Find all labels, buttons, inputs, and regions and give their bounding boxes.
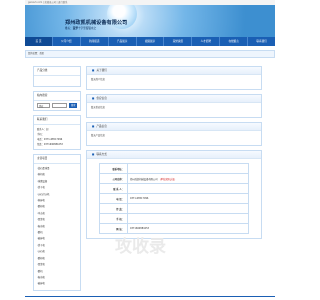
row-label: 联 系 人： [99, 183, 128, 194]
row-value-text: 郑州政凯机械设备有限公司 [130, 177, 158, 181]
contact-panel-title-text: 联系方式 [96, 153, 107, 156]
sidebar: 产品分类 站内搜索 供应 搜索 联系我们 联系人：赵 手机： 电话：0371-6… [33, 66, 81, 295]
row-label: 手 机： [99, 213, 128, 224]
products-list: 蓝石墨球墨粉机机球磨设备烘干机沙石打沙机粉碎机磨粉机冲击机雷蒙机振动机磨机破碎机… [34, 164, 80, 290]
nav-message[interactable]: 在线留言 [220, 37, 249, 46]
contact-box: 联系我们 联系人：赵 手机： 电话：0371-68517996 传真：03716… [33, 115, 81, 150]
nav-about[interactable]: 公司介绍 [53, 37, 81, 46]
product-category-box: 产品分类 [33, 66, 81, 87]
about-body: 暂无简介信息 [87, 75, 261, 89]
about-panel: ■ 关于我们 暂无简介信息 [86, 66, 262, 90]
search-input[interactable] [52, 103, 68, 108]
contact-panel-body: 联系地址： 公司名称： 郑州政凯机械设备有限公司 （单位实际认证） 联 系 人： … [87, 159, 261, 238]
contact-panel-title: ■ 联系方式 [87, 151, 261, 159]
bullet-icon: ■ [92, 125, 95, 128]
contact-body: 联系人：赵 手机： 电话：0371-68517996 传真：0371690884… [34, 125, 80, 149]
products-title: 主营项目 [34, 155, 80, 164]
search-body: 供应 搜索 [34, 101, 80, 110]
products-panel-text: 暂无产品信息 [91, 134, 105, 137]
about-title: ■ 关于我们 [87, 67, 261, 75]
contact-panel: ■ 联系方式 联系地址： 公司名称： 郑州政凯机械设备有限公司 （单位实际认证） 联… [86, 150, 262, 239]
slogan: 推标：菠萝十字型摆辊水之 [65, 26, 96, 30]
search-type-select[interactable]: 供应 [37, 103, 51, 108]
verified-note: （单位实际认证） [158, 177, 177, 181]
supply-body: 暂无供应信息 [87, 103, 261, 117]
contact-title: 联系我们 [34, 116, 80, 125]
products-panel: ■ 产品信息 暂无产品信息 [86, 122, 262, 146]
table-row: 电 话： 0371-68517996 [99, 193, 249, 204]
about-text: 暂无简介信息 [91, 78, 105, 81]
search-row: 供应 搜索 [37, 103, 77, 108]
nav-contact[interactable]: 联系我们 [248, 37, 275, 46]
row-value-text: 0371690884253 [130, 227, 149, 230]
supply-panel: ■ 供应信息 暂无供应信息 [86, 94, 262, 118]
products-box: 主营项目 蓝石墨球墨粉机机球磨设备烘干机沙石打沙机粉碎机磨粉机冲击机雷蒙机振动机… [33, 154, 81, 291]
supply-title-text: 供应信息 [96, 97, 107, 100]
table-row: 传 真： [99, 203, 249, 214]
company-name: 郑州政凯机械设备有限公司 [65, 20, 128, 26]
nav-news[interactable]: 新闻报道 [81, 37, 109, 46]
row-value [127, 163, 249, 174]
contact-table: 联系地址： 公司名称： 郑州政凯机械设备有限公司 （单位实际认证） 联 系 人： … [99, 163, 249, 234]
main-content: ■ 关于我们 暂无简介信息 ■ 供应信息 暂无供应信息 ■ 产品信息 暂无产品信息 ■… [86, 66, 262, 243]
contact-line: 传真：0371690884253 [37, 143, 63, 146]
product-category-body [34, 76, 80, 86]
supply-text: 暂无供应信息 [91, 106, 105, 109]
search-title: 站内搜索 [34, 92, 80, 101]
nav-videos[interactable]: 视频展示 [137, 37, 165, 46]
nav-home[interactable]: 首 页 [25, 37, 53, 46]
table-row: 手 机： [99, 213, 249, 224]
breadcrumb-text[interactable]: 您的位置：首页 [28, 52, 44, 55]
row-value: 郑州政凯机械设备有限公司 （单位实际认证） [127, 173, 249, 184]
row-label: 公司名称： [99, 173, 128, 184]
bullet-icon: ■ [92, 69, 95, 72]
about-title-text: 关于我们 [96, 69, 107, 72]
top-bar-text[interactable]: ganxuh.com | 欢迎来公司 | 进行联系 [28, 1, 67, 4]
row-value: 0371-68517996 [127, 193, 249, 204]
watermark: 攻收录 [115, 237, 166, 257]
breadcrumb: 您的位置：首页 [25, 50, 275, 58]
main-nav: 首 页 公司介绍 新闻报道 产品展示 视频展示 荣誉资质 人才招聘 在线留言 联… [25, 37, 275, 46]
slogan-prefix: 推标： [65, 27, 73, 30]
bullet-icon: ■ [92, 97, 95, 100]
footer-divider [25, 296, 275, 297]
row-value [127, 183, 249, 194]
row-value [127, 203, 249, 214]
nav-jobs[interactable]: 人才招聘 [192, 37, 221, 46]
product-category-title: 产品分类 [34, 67, 80, 76]
supply-title: ■ 供应信息 [87, 95, 261, 103]
row-label: 电 话： [99, 193, 128, 204]
nav-products[interactable]: 产品展示 [109, 37, 137, 46]
table-row: 联系地址： [99, 163, 249, 174]
row-value-text: 0371-68517996 [130, 197, 149, 200]
table-row: 联 系 人： [99, 183, 249, 194]
products-panel-body: 暂无产品信息 [87, 131, 261, 145]
products-panel-title-text: 产品信息 [96, 125, 107, 128]
header-banner: 郑州政凯机械设备有限公司 推标：菠萝十字型摆辊水之 [25, 5, 275, 37]
bullet-icon: ■ [92, 153, 95, 156]
row-label: 传 真： [99, 203, 128, 214]
row-label: 联系地址： [99, 163, 128, 174]
search-box: 站内搜索 供应 搜索 [33, 91, 81, 111]
row-value [127, 213, 249, 224]
search-button[interactable]: 搜索 [69, 103, 77, 108]
product-link[interactable]: 破碎机 [37, 281, 77, 287]
slogan-rest: 十字型摆辊水之 [77, 27, 97, 30]
table-row: 公司名称： 郑州政凯机械设备有限公司 （单位实际认证） [99, 173, 249, 184]
products-panel-title: ■ 产品信息 [87, 123, 261, 131]
nav-honors[interactable]: 荣誉资质 [164, 37, 193, 46]
